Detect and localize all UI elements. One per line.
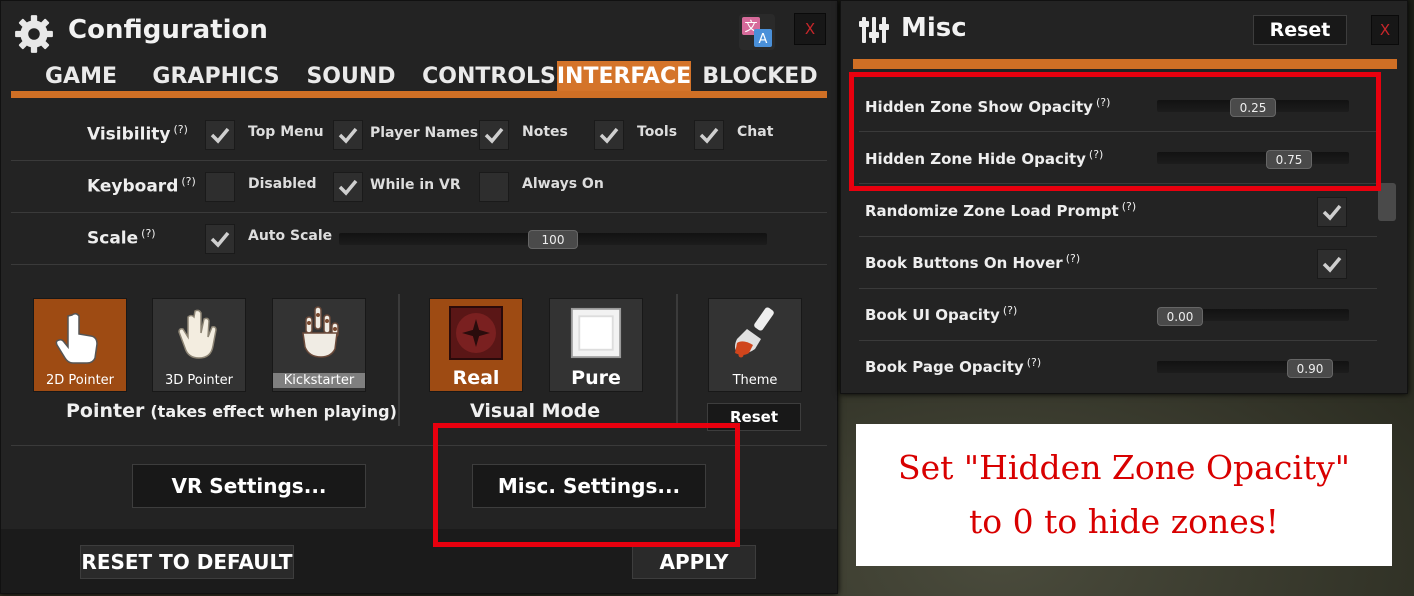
book-buttons-on-hover-label: Book Buttons On Hover (?) [865, 252, 1081, 272]
tab-controls[interactable]: CONTROLS [422, 61, 556, 91]
disabled-checkbox[interactable] [205, 172, 235, 202]
theme-label: Theme [732, 373, 778, 388]
sliders-icon [859, 15, 889, 45]
divider [676, 294, 678, 426]
highlight-box-misc-settings [433, 423, 740, 547]
misc-title: Misc [901, 13, 967, 43]
divider [859, 236, 1377, 237]
visual-mode-pure-label: Pure [571, 367, 621, 389]
pointer-2d-button[interactable]: 2D Pointer [33, 298, 127, 392]
tab-game[interactable]: GAME [37, 61, 125, 91]
top-menu-label: Top Menu [248, 124, 324, 140]
callout-line-2: to 0 to hide zones! [969, 502, 1279, 541]
while-in-vr-label: While in VR [370, 177, 461, 193]
check-icon [338, 179, 358, 196]
randomize-zone-load-prompt-checkbox[interactable] [1317, 197, 1347, 227]
always-on-label: Always On [522, 176, 604, 192]
highlight-box-hidden-zone [849, 72, 1381, 191]
randomize-zone-load-prompt-label: Randomize Zone Load Prompt (?) [865, 200, 1137, 220]
check-icon [599, 127, 619, 144]
player-names-checkbox[interactable] [333, 120, 363, 150]
player-names-label: Player Names [370, 125, 479, 141]
check-icon [1322, 204, 1342, 221]
tab-graphics[interactable]: GRAPHICS [151, 61, 281, 91]
check-icon [210, 231, 230, 248]
visual-mode-real-label: Real [452, 367, 500, 389]
tab-blocked[interactable]: BLOCKED [701, 61, 819, 91]
dark-tile-icon [449, 306, 503, 360]
config-close-button[interactable]: X [794, 13, 826, 45]
svg-text:A: A [759, 32, 768, 47]
notes-label: Notes [522, 124, 568, 140]
gear-icon [13, 13, 55, 55]
book-page-opacity-value[interactable]: 0.90 [1287, 359, 1333, 378]
tools-checkbox[interactable] [594, 120, 624, 150]
pointer-3d-label: 3D Pointer [164, 373, 234, 388]
chat-label: Chat [737, 124, 774, 140]
instruction-callout: Set "Hidden Zone Opacity" to 0 to hide z… [856, 424, 1392, 566]
divider [11, 160, 827, 161]
visual-mode-pure-button[interactable]: Pure [549, 298, 643, 392]
visual-mode-caption: Visual Mode [470, 400, 601, 422]
pointer-caption: Pointer (takes effect when playing) [66, 400, 397, 422]
check-icon [1322, 256, 1342, 273]
divider [11, 264, 827, 265]
check-icon [210, 127, 230, 144]
divider [11, 212, 827, 213]
disabled-label: Disabled [248, 176, 317, 192]
check-icon [338, 127, 358, 144]
auto-scale-label: Auto Scale [248, 228, 333, 244]
divider [859, 340, 1377, 341]
tools-label: Tools [637, 124, 678, 140]
callout-line-1: Set "Hidden Zone Opacity" [898, 448, 1350, 487]
always-on-checkbox[interactable] [479, 172, 509, 202]
notes-checkbox[interactable] [479, 120, 509, 150]
reset-to-default-button[interactable]: RESET TO DEFAULT [80, 545, 294, 579]
check-icon [699, 127, 719, 144]
book-ui-opacity-value[interactable]: 0.00 [1157, 307, 1203, 326]
config-title: Configuration [68, 15, 268, 45]
misc-reset-button[interactable]: Reset [1253, 15, 1347, 45]
tab-interface[interactable]: INTERFACE [557, 61, 691, 91]
tab-sound[interactable]: SOUND [301, 61, 401, 91]
pointer-3d-button[interactable]: 3D Pointer [152, 298, 246, 392]
pointer-2d-label: 2D Pointer [45, 373, 115, 388]
keyboard-label: Keyboard (?) [87, 175, 196, 197]
robot-hand-icon [302, 306, 339, 358]
auto-scale-checkbox[interactable] [205, 224, 235, 254]
divider [398, 294, 400, 426]
book-ui-opacity-label: Book UI Opacity (?) [865, 304, 1018, 324]
visibility-label: Visibility (?) [87, 123, 188, 145]
while-in-vr-checkbox[interactable] [333, 172, 363, 202]
divider [859, 288, 1377, 289]
check-icon [484, 127, 504, 144]
top-menu-checkbox[interactable] [205, 120, 235, 150]
visual-mode-real-button[interactable]: Real [429, 298, 523, 392]
translate-icon[interactable]: 文 A [739, 14, 775, 50]
paint-brush-icon [735, 307, 774, 358]
scale-slider-value[interactable]: 100 [528, 230, 578, 249]
misc-close-button[interactable]: X [1371, 15, 1399, 45]
misc-header-bar [853, 59, 1397, 69]
pointer-kickstarter-button[interactable]: Kickstarter [272, 298, 366, 392]
misc-window: Misc Reset X Hidden Zone Show Opacity (?)… [840, 0, 1408, 394]
chat-checkbox[interactable] [694, 120, 724, 150]
theme-button[interactable]: Theme [708, 298, 802, 392]
tab-underline [11, 91, 827, 98]
book-page-opacity-label: Book Page Opacity (?) [865, 356, 1042, 376]
scale-label: Scale (?) [87, 227, 156, 249]
hand-pointer-icon [55, 312, 98, 364]
glove-hand-icon [178, 309, 217, 359]
pointer-kickstarter-label: Kickstarter [273, 373, 365, 388]
white-tile-icon [570, 307, 622, 359]
vr-settings-button[interactable]: VR Settings... [132, 464, 366, 508]
apply-button[interactable]: APPLY [632, 545, 756, 579]
book-buttons-on-hover-checkbox[interactable] [1317, 249, 1347, 279]
